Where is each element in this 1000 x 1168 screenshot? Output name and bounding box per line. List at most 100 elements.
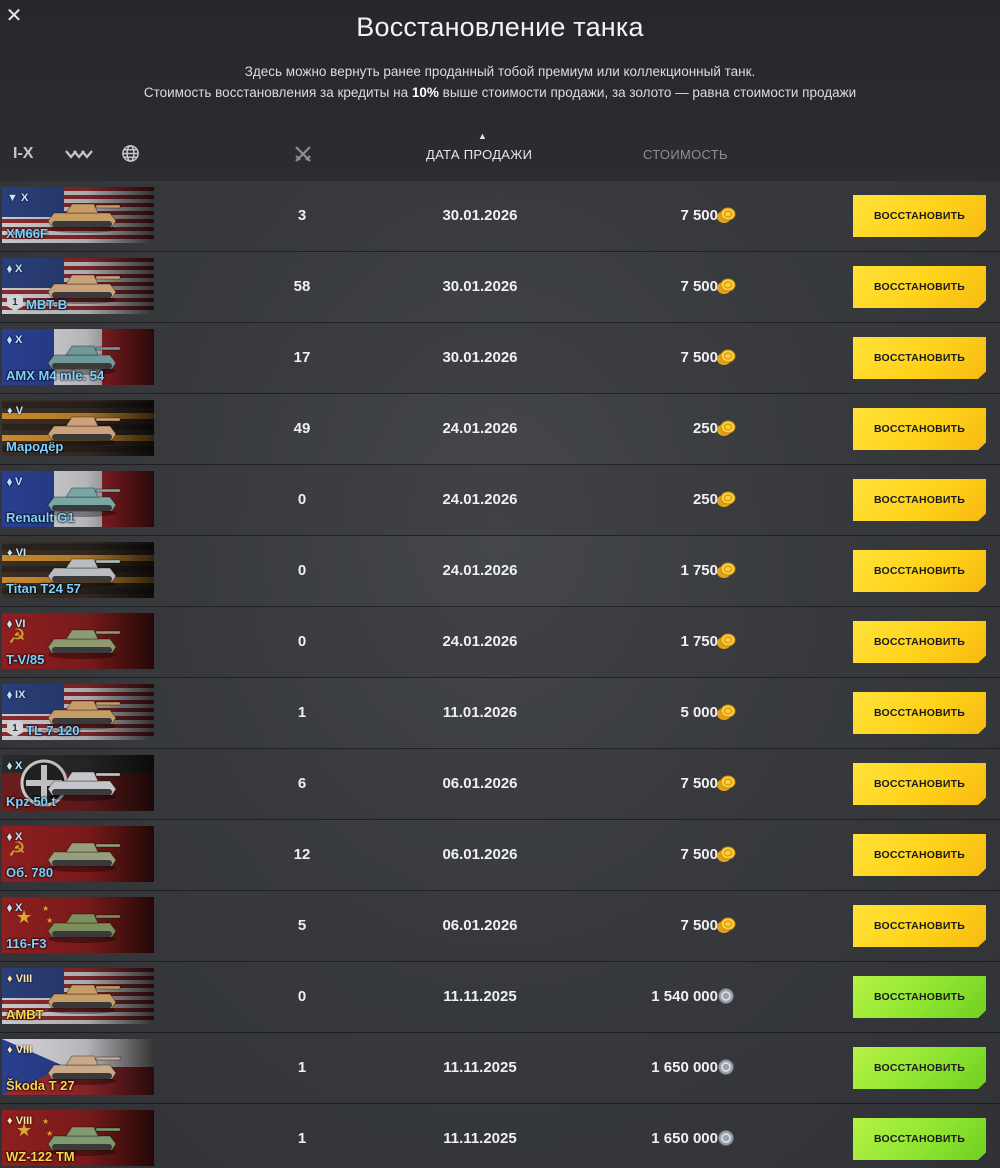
battles-count: 0 — [297, 562, 307, 579]
sale-date: 06.01.2026 — [442, 917, 518, 934]
battles-count: 58 — [293, 278, 311, 295]
restore-button[interactable]: ВОССТАНОВИТЬ — [853, 621, 986, 663]
restore-button[interactable]: ВОССТАНОВИТЬ — [853, 692, 986, 734]
table-row: ♦ VIII AMBT 0 11.11.2025 1 540 000 ВОССТ… — [0, 962, 1000, 1033]
tank-class-icon[interactable] — [64, 146, 94, 167]
restore-button[interactable]: ВОССТАНОВИТЬ — [853, 266, 986, 308]
restore-price: 7 500 — [680, 775, 718, 792]
restore-price: 7 500 — [680, 349, 718, 366]
gold-coin-icon — [716, 348, 736, 365]
restore-price: 1 540 000 — [651, 988, 718, 1005]
tank-tier: ⬧ X — [7, 760, 23, 772]
gold-coin-icon — [716, 703, 736, 720]
sale-date: 06.01.2026 — [442, 846, 518, 863]
gold-coin-icon — [716, 916, 736, 933]
tank-image — [47, 629, 121, 659]
gold-coin-icon — [716, 561, 736, 578]
crossed-swords-icon[interactable] — [293, 144, 313, 169]
restore-price: 7 500 — [680, 846, 718, 863]
battles-count: 1 — [297, 704, 307, 721]
tank-thumbnail: ☭ ⬧ VI T-V/85 — [2, 613, 154, 669]
table-row: ☭ ⬧ VI T-V/85 0 24.01.2026 1 750 ВОССТАН… — [0, 607, 1000, 678]
tank-tier: ⬧ X — [7, 334, 23, 346]
tank-name: MBT-B — [26, 297, 68, 312]
credits-coin-icon — [716, 1058, 734, 1075]
percent-highlight: 10% — [411, 85, 439, 100]
tank-name: Мародёр — [6, 439, 64, 454]
battles-count: 0 — [297, 491, 307, 508]
tank-image — [47, 913, 121, 943]
table-row: ⬧ X Kpz 50 t 6 06.01.2026 7 500 ВОССТАНО… — [0, 749, 1000, 820]
tank-name: AMBT — [6, 1007, 44, 1022]
tank-thumbnail: ♦ V Мародёр — [2, 400, 154, 456]
description-line-2: Стоимость восстановления за кредиты на 1… — [143, 85, 857, 100]
battles-count: 17 — [293, 349, 311, 366]
tier-filter[interactable]: I-X — [13, 145, 33, 163]
table-row: ☭ ⬧ X Об. 780 12 06.01.2026 7 500 ВОССТА… — [0, 820, 1000, 891]
restore-button[interactable]: ВОССТАНОВИТЬ — [853, 550, 986, 592]
tank-name: Škoda T 27 — [6, 1078, 75, 1093]
restore-button[interactable]: ВОССТАНОВИТЬ — [853, 976, 986, 1018]
header-panel: ✕ Восстановление танка Здесь можно верну… — [0, 0, 1000, 181]
restore-button[interactable]: ВОССТАНОВИТЬ — [853, 1118, 986, 1160]
tank-name: Об. 780 — [6, 865, 54, 880]
tank-image — [47, 842, 121, 872]
battles-count: 0 — [297, 988, 307, 1005]
table-row: ★★★ ♦ VIII WZ-122 TM 1 11.11.2025 1 650 … — [0, 1104, 1000, 1168]
restore-button[interactable]: ВОССТАНОВИТЬ — [853, 1047, 986, 1089]
credits-coin-icon — [716, 1129, 734, 1146]
battles-count: 5 — [297, 917, 307, 934]
restore-price: 7 500 — [680, 278, 718, 295]
table-row: ♦ VIII Škoda T 27 1 11.11.2025 1 650 000… — [0, 1033, 1000, 1104]
restore-price: 1 750 — [680, 562, 718, 579]
battles-count: 3 — [297, 207, 307, 224]
tank-thumbnail: ⬧ X AMX M4 mle. 54 — [2, 329, 154, 385]
tank-name: XM66F — [6, 226, 48, 241]
gold-coin-icon — [716, 419, 736, 436]
tank-tier: ⬧ VI — [7, 618, 26, 630]
restore-button[interactable]: ВОССТАНОВИТЬ — [853, 479, 986, 521]
tank-tier: ▼ X — [7, 192, 29, 204]
restore-button[interactable]: ВОССТАНОВИТЬ — [853, 905, 986, 947]
tank-image — [47, 203, 121, 233]
tank-list: ▼ X XM66F 3 30.01.2026 7 500 ВОССТАНОВИТ… — [0, 181, 1000, 1168]
gold-coin-icon — [716, 277, 736, 294]
tank-thumbnail: ♦ VI Titan T24 57 — [2, 542, 154, 598]
restore-button[interactable]: ВОССТАНОВИТЬ — [853, 834, 986, 876]
tank-tier: ⬧ IX — [7, 689, 26, 701]
tank-thumbnail: ☭ ⬧ X Об. 780 — [2, 826, 154, 882]
column-header-sale-date[interactable]: ДАТА ПРОДАЖИ — [426, 147, 532, 162]
page-title: Восстановление танка — [356, 12, 644, 42]
sale-date: 24.01.2026 — [442, 491, 518, 508]
restore-price: 7 500 — [680, 207, 718, 224]
sale-date: 11.11.2025 — [443, 1059, 517, 1076]
restore-price: 1 650 000 — [651, 1130, 718, 1147]
battles-count: 49 — [293, 420, 311, 437]
tank-tier: ♦ V — [7, 405, 24, 417]
restore-button[interactable]: ВОССТАНОВИТЬ — [853, 763, 986, 805]
restore-price: 5 000 — [680, 704, 718, 721]
restore-button[interactable]: ВОССТАНОВИТЬ — [853, 337, 986, 379]
tank-name: TL-7-120 — [26, 723, 80, 738]
restore-button[interactable]: ВОССТАНОВИТЬ — [853, 195, 986, 237]
tank-tier: ♦ VIII — [7, 1044, 33, 1056]
battles-count: 1 — [297, 1059, 307, 1076]
restore-button[interactable]: ВОССТАНОВИТЬ — [853, 408, 986, 450]
tank-thumbnail: ♦ VIII Škoda T 27 — [2, 1039, 154, 1095]
gold-coin-icon — [716, 206, 736, 223]
globe-icon[interactable] — [121, 144, 140, 168]
restore-price: 7 500 — [680, 917, 718, 934]
table-row: ♦ VI Titan T24 57 0 24.01.2026 1 750 ВОС… — [0, 536, 1000, 607]
column-header-cost[interactable]: СТОИМОСТЬ — [643, 147, 728, 162]
tank-thumbnail: ⬧ X Kpz 50 t — [2, 755, 154, 811]
tank-thumbnail: ★★★ ♦ VIII WZ-122 TM — [2, 1110, 154, 1166]
table-row: ⬧ V Renault G1 0 24.01.2026 250 ВОССТАНО… — [0, 465, 1000, 536]
tank-thumbnail: ⬧ IX 1 TL-7-120 — [2, 684, 154, 740]
table-row: ⬧ IX 1 TL-7-120 1 11.01.2026 5 000 ВОССТ… — [0, 678, 1000, 749]
restore-price: 250 — [692, 491, 718, 508]
tank-name: Titan T24 57 — [6, 581, 81, 596]
battles-count: 6 — [297, 775, 307, 792]
sale-date: 24.01.2026 — [442, 633, 518, 650]
gold-coin-icon — [716, 490, 736, 507]
tank-thumbnail: ♦ VIII AMBT — [2, 968, 154, 1024]
